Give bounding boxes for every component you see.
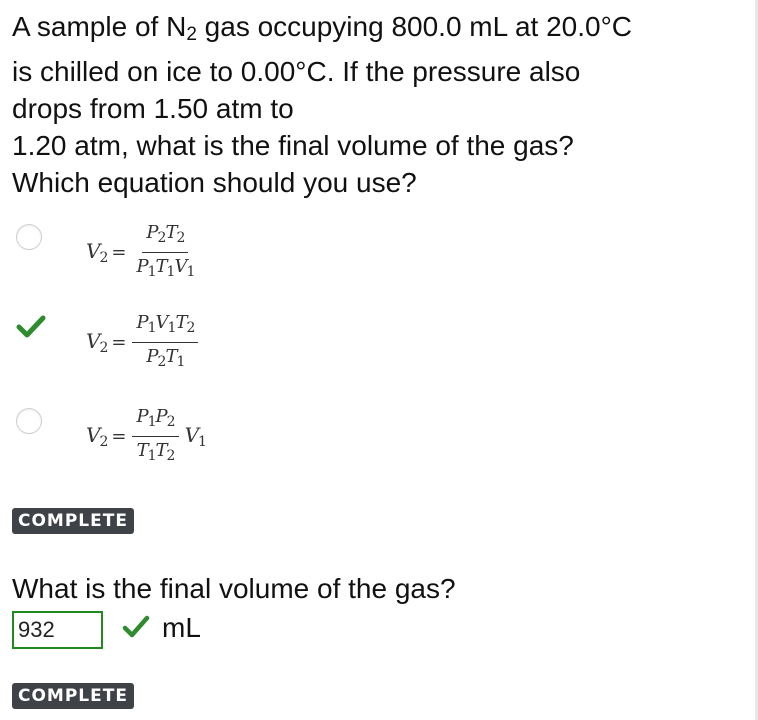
option-1[interactable]: V2 = P2T2 P1T1V1 <box>0 214 300 294</box>
radio-button[interactable] <box>16 224 42 250</box>
radio-button[interactable] <box>16 408 42 434</box>
equation-3: V2 = P1P2 T1T2 V1 <box>86 406 207 464</box>
question-line-4: 1.20 atm, what is the final volume of th… <box>12 130 574 161</box>
option-3[interactable]: V2 = P1P2 T1T2 V1 <box>0 398 300 478</box>
question-line-1: A sample of N2 gas occupying 800.0 mL at… <box>12 11 632 45</box>
equation-2: V2 = P1V1T2 P2T1 <box>86 312 199 373</box>
question-line-3: drops from 1.50 atm to <box>12 93 294 124</box>
question-2: What is the final volume of the gas? <box>12 573 456 604</box>
question-1: A sample of N2 gas occupying 800.0 mL at… <box>12 8 742 201</box>
equation-1: V2 = P2T2 P1T1V1 <box>86 222 195 280</box>
status-badge: COMPLETE <box>12 508 134 534</box>
option-2[interactable]: V2 = P1V1T2 P2T1 <box>0 304 300 384</box>
question-line-2: is chilled on ice to 0.00°C. If the pres… <box>12 56 581 87</box>
question-line-5: Which equation should you use? <box>12 167 417 198</box>
checkmark-icon <box>16 315 46 338</box>
answer-input[interactable]: 932 <box>12 611 103 649</box>
status-badge: COMPLETE <box>12 683 134 709</box>
unit-label: mL <box>162 612 201 643</box>
checkmark-icon <box>122 615 150 638</box>
